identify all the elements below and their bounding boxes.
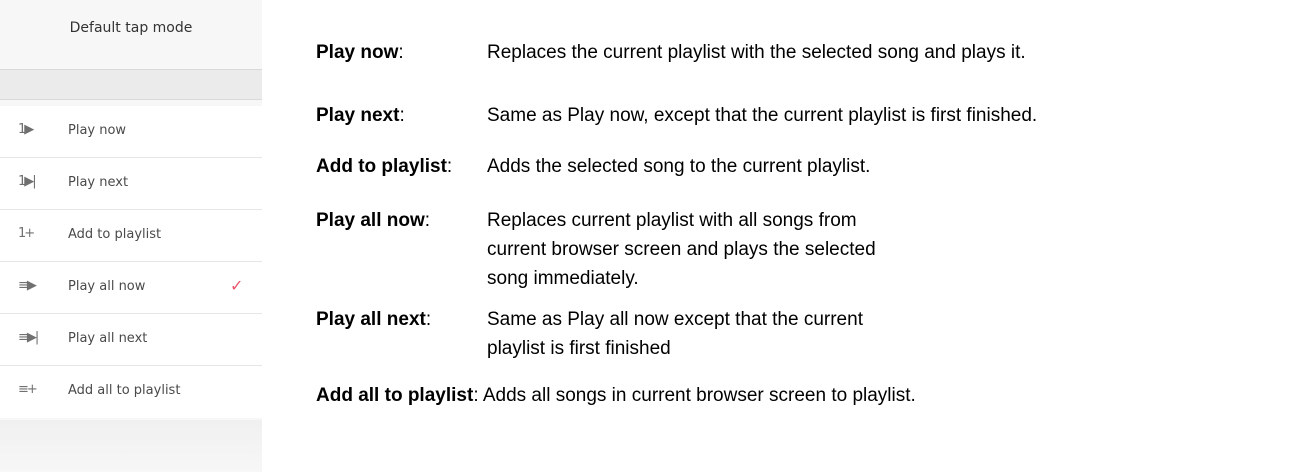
panel-footer	[0, 420, 262, 472]
description-term: Play next:	[316, 105, 405, 126]
description-add-all-to-playlist: Add all to playlist: Adds all songs in c…	[316, 381, 1296, 410]
panel-title: Default tap mode	[0, 0, 262, 70]
menu-item-play-now[interactable]: 1▶ Play now	[0, 106, 262, 158]
menu-item-label: Add all to playlist	[68, 383, 181, 398]
tap-mode-menu: 1▶ Play now 1▶| Play next 1+ Add to play…	[0, 106, 262, 418]
menu-item-label: Add to playlist	[68, 227, 162, 242]
panel-spacer	[0, 70, 262, 100]
description-term: Add to playlist:	[316, 156, 453, 177]
menu-item-label: Play now	[68, 123, 127, 138]
checkmark-icon: ✓	[230, 276, 244, 295]
description-text: Same as Play all now except that the cur…	[487, 309, 863, 359]
menu-item-play-next[interactable]: 1▶| Play next	[0, 158, 262, 210]
description-text: Replaces the current playlist with the s…	[487, 42, 1026, 63]
description-term: Add all to playlist:	[316, 385, 479, 406]
menu-item-label: Play all now	[68, 279, 146, 294]
menu-item-play-all-next[interactable]: ≡▶| Play all next	[0, 314, 262, 366]
play-now-icon: 1▶	[18, 122, 34, 137]
description-text: Adds all songs in current browser screen…	[482, 385, 916, 406]
add-to-playlist-icon: 1+	[18, 226, 35, 241]
description-text: Replaces current playlist with all songs…	[487, 210, 876, 289]
description-term: Play all next:	[316, 309, 432, 330]
description-term: Play all now:	[316, 210, 431, 231]
menu-item-label: Play next	[68, 175, 129, 190]
menu-item-add-all-to-playlist[interactable]: ≡+ Add all to playlist	[0, 366, 262, 418]
description-text: Same as Play now, except that the curren…	[487, 105, 1038, 126]
play-all-now-icon: ≡▶	[18, 278, 37, 293]
menu-item-label: Play all next	[68, 331, 148, 346]
menu-item-add-to-playlist[interactable]: 1+ Add to playlist	[0, 210, 262, 262]
tap-mode-panel: Default tap mode 1▶ Play now 1▶| Play ne…	[0, 0, 262, 472]
play-all-next-icon: ≡▶|	[18, 330, 39, 345]
play-next-icon: 1▶|	[18, 174, 37, 189]
description-text: Adds the selected song to the current pl…	[487, 156, 871, 177]
add-all-to-playlist-icon: ≡+	[18, 382, 38, 397]
description-term: Play now:	[316, 42, 404, 63]
menu-item-play-all-now[interactable]: ≡▶ Play all now ✓	[0, 262, 262, 314]
